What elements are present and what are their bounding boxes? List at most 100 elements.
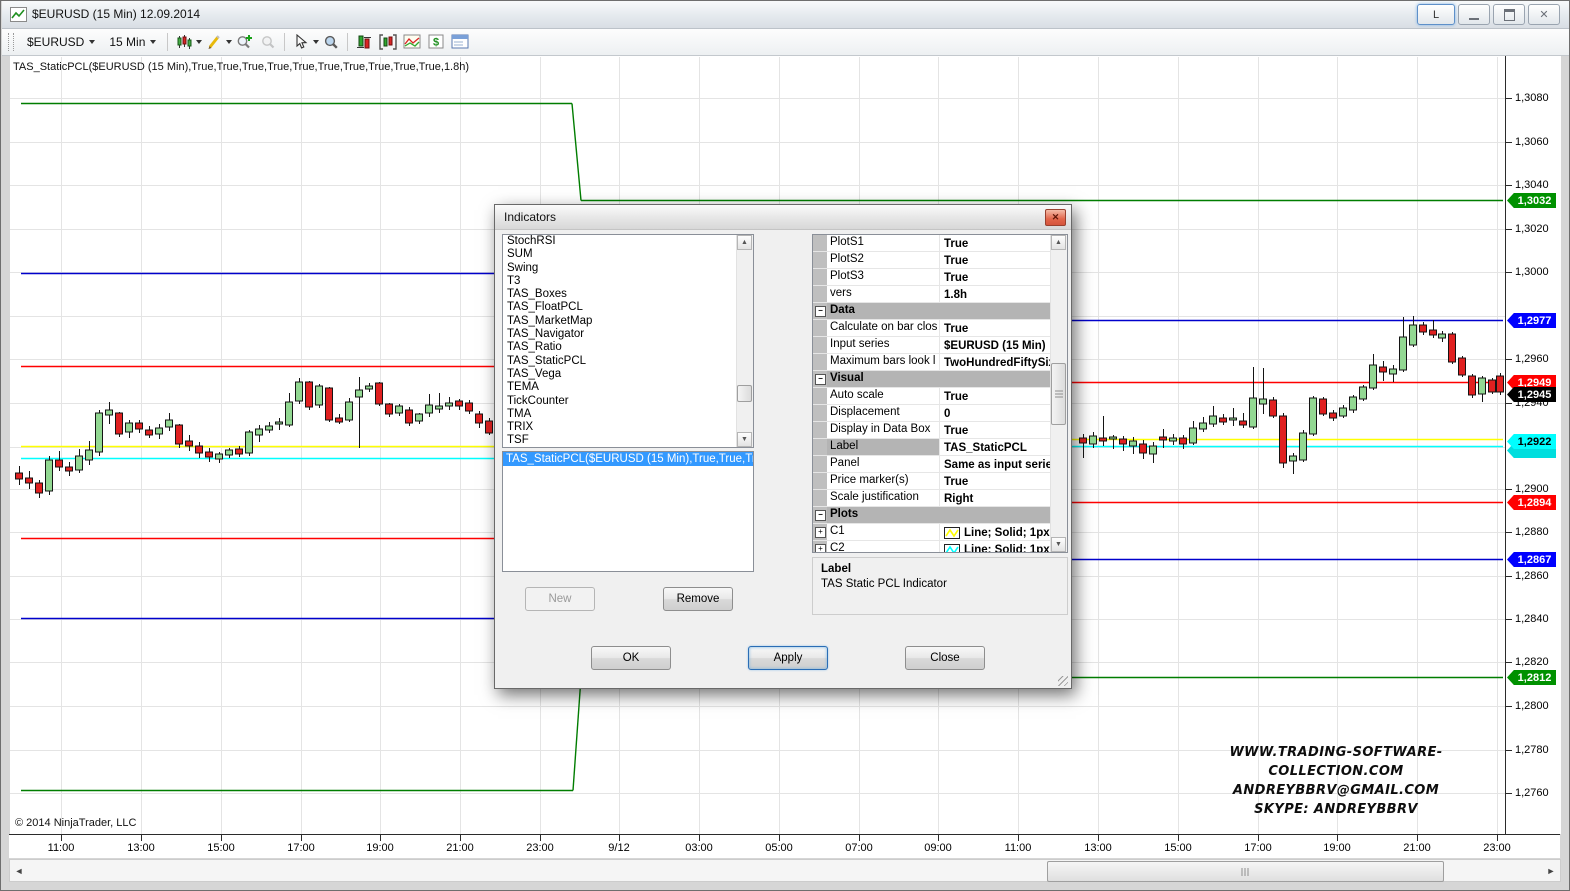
property-row[interactable]: PlotS1True [813,235,1067,252]
scrollbar-thumb[interactable] [1051,363,1066,425]
property-row[interactable]: PlotS2True [813,252,1067,269]
property-row[interactable]: Maximum bars look lTwoHundredFiftySix [813,354,1067,371]
list-item[interactable]: TAS_MarketMap [503,315,753,328]
selected-indicator-item[interactable]: TAS_StaticPCL($EURUSD (15 Min),True,True… [503,452,753,466]
scroll-up-icon[interactable]: ▲ [1051,235,1066,250]
account-dollar-button[interactable]: $ [424,31,448,53]
resize-grip[interactable] [1058,676,1068,686]
list-item[interactable]: TMA [503,408,753,421]
property-row[interactable]: Display in Data BoxTrue [813,422,1067,439]
remove-button[interactable]: Remove [663,587,733,611]
panel-overlay-button[interactable] [400,31,424,53]
property-row[interactable]: PanelSame as input series [813,456,1067,473]
apply-button[interactable]: Apply [748,646,828,670]
cursor-button[interactable] [289,31,313,53]
list-item[interactable]: TAS_Ratio [503,341,753,354]
property-value[interactable]: Line; Solid; 1px [940,541,1067,553]
collapse-icon[interactable]: − [815,374,826,385]
list-scrollbar[interactable]: ▲ ▼ [736,235,753,447]
close-dialog-button[interactable]: Close [905,646,985,670]
property-value[interactable]: 1.8h [940,286,1067,302]
chart-trader-button[interactable] [376,31,400,53]
property-value[interactable]: TwoHundredFiftySix [940,354,1067,370]
property-row[interactable]: LabelTAS_StaticPCL [813,439,1067,456]
list-item[interactable]: T3 [503,275,753,288]
title-bar[interactable]: $EURUSD (15 Min) 12.09.2014 L ✕ [2,1,1570,29]
scrollbar-thumb[interactable] [1047,861,1444,882]
property-row[interactable]: Auto scaleTrue [813,388,1067,405]
property-value[interactable]: True [940,252,1067,268]
property-row[interactable]: PlotS3True [813,269,1067,286]
property-row[interactable]: Price marker(s)True [813,473,1067,490]
list-item[interactable]: TickCounter [503,395,753,408]
property-value[interactable]: True [940,320,1067,336]
list-item[interactable]: TEMA [503,381,753,394]
collapse-icon[interactable]: − [815,510,826,521]
property-category-row[interactable]: −Plots [813,507,1067,524]
zoom-in-button[interactable] [232,31,256,53]
list-item[interactable]: TAS_Vega [503,368,753,381]
link-button[interactable]: L [1417,4,1455,25]
list-item[interactable]: SUM [503,248,753,261]
property-value[interactable]: Line; Solid; 1px [940,524,1067,540]
drawing-tools-button[interactable] [202,31,226,53]
property-row[interactable]: Input series$EURUSD (15 Min) [813,337,1067,354]
property-value[interactable]: Same as input series [940,456,1067,472]
ok-button[interactable]: OK [591,646,671,670]
dialog-close-button[interactable]: ✕ [1045,209,1066,226]
scroll-up-icon[interactable]: ▲ [737,235,752,250]
bar-spacing-button[interactable] [352,31,376,53]
horizontal-scrollbar[interactable]: ◄ ► [9,859,1561,882]
property-value[interactable]: Right [940,490,1067,506]
property-category-row[interactable]: −Visual [813,371,1067,388]
scroll-down-icon[interactable]: ▼ [737,432,752,447]
property-value[interactable]: True [940,235,1067,251]
toolbar-grip[interactable] [8,33,14,51]
scroll-left-icon[interactable]: ◄ [12,863,26,878]
data-grid-button[interactable] [448,31,472,53]
property-value[interactable]: True [940,422,1067,438]
restore-button[interactable] [1493,4,1525,25]
dialog-title-bar[interactable]: Indicators ✕ [495,205,1071,230]
new-button[interactable]: New [525,587,595,611]
expand-icon[interactable]: + [815,527,826,538]
property-row[interactable]: vers1.8h [813,286,1067,303]
list-item[interactable]: StochRSI [503,235,753,248]
collapse-icon[interactable]: − [815,306,826,317]
time-axis[interactable]: 11:0013:0015:0017:0019:0021:0023:009/120… [9,834,1560,858]
close-button[interactable]: ✕ [1528,4,1560,25]
configured-indicators-list[interactable]: TAS_StaticPCL($EURUSD (15 Min),True,True… [502,451,754,572]
chart-style-button[interactable] [172,31,196,53]
property-row[interactable]: +C1Line; Solid; 1px [813,524,1067,541]
scroll-right-icon[interactable]: ► [1544,863,1558,878]
price-axis[interactable]: 1,30801,30601,30401,30201,30001,29601,29… [1505,56,1561,834]
property-row[interactable]: Displacement0 [813,405,1067,422]
property-value[interactable]: TAS_StaticPCL [940,439,1067,455]
period-selector[interactable]: 15 Min [102,32,163,52]
zoom-out-button[interactable] [256,31,280,53]
instrument-selector[interactable]: $EURUSD [20,32,102,52]
property-category-row[interactable]: −Data [813,303,1067,320]
list-item[interactable]: TAS_Navigator [503,328,753,341]
indicator-properties-grid[interactable]: ▲ ▼ PlotS1TruePlotS2TruePlotS3Truevers1.… [812,234,1068,553]
scrollbar-thumb[interactable] [737,385,752,402]
list-item[interactable]: Swing [503,262,753,275]
property-row[interactable]: Calculate on bar closTrue [813,320,1067,337]
list-item[interactable]: TAS_StaticPCL [503,355,753,368]
property-value[interactable]: $EURUSD (15 Min) [940,337,1067,353]
scroll-down-icon[interactable]: ▼ [1051,537,1066,552]
property-value[interactable]: True [940,269,1067,285]
grid-scrollbar[interactable]: ▲ ▼ [1050,235,1067,552]
property-value[interactable]: True [940,473,1067,489]
list-item[interactable]: TAS_FloatPCL [503,301,753,314]
property-row[interactable]: Scale justificationRight [813,490,1067,507]
expand-icon[interactable]: + [815,544,826,553]
list-item[interactable]: TSF [503,434,753,447]
available-indicators-list[interactable]: ▲ ▼ StochRSISUMSwingT3TAS_BoxesTAS_Float… [502,234,754,448]
list-item[interactable]: TAS_Boxes [503,288,753,301]
property-value[interactable]: 0 [940,405,1067,421]
zoom-window-button[interactable] [319,31,343,53]
list-item[interactable]: TRIX [503,421,753,434]
property-value[interactable]: True [940,388,1067,404]
minimize-button[interactable] [1458,4,1490,25]
